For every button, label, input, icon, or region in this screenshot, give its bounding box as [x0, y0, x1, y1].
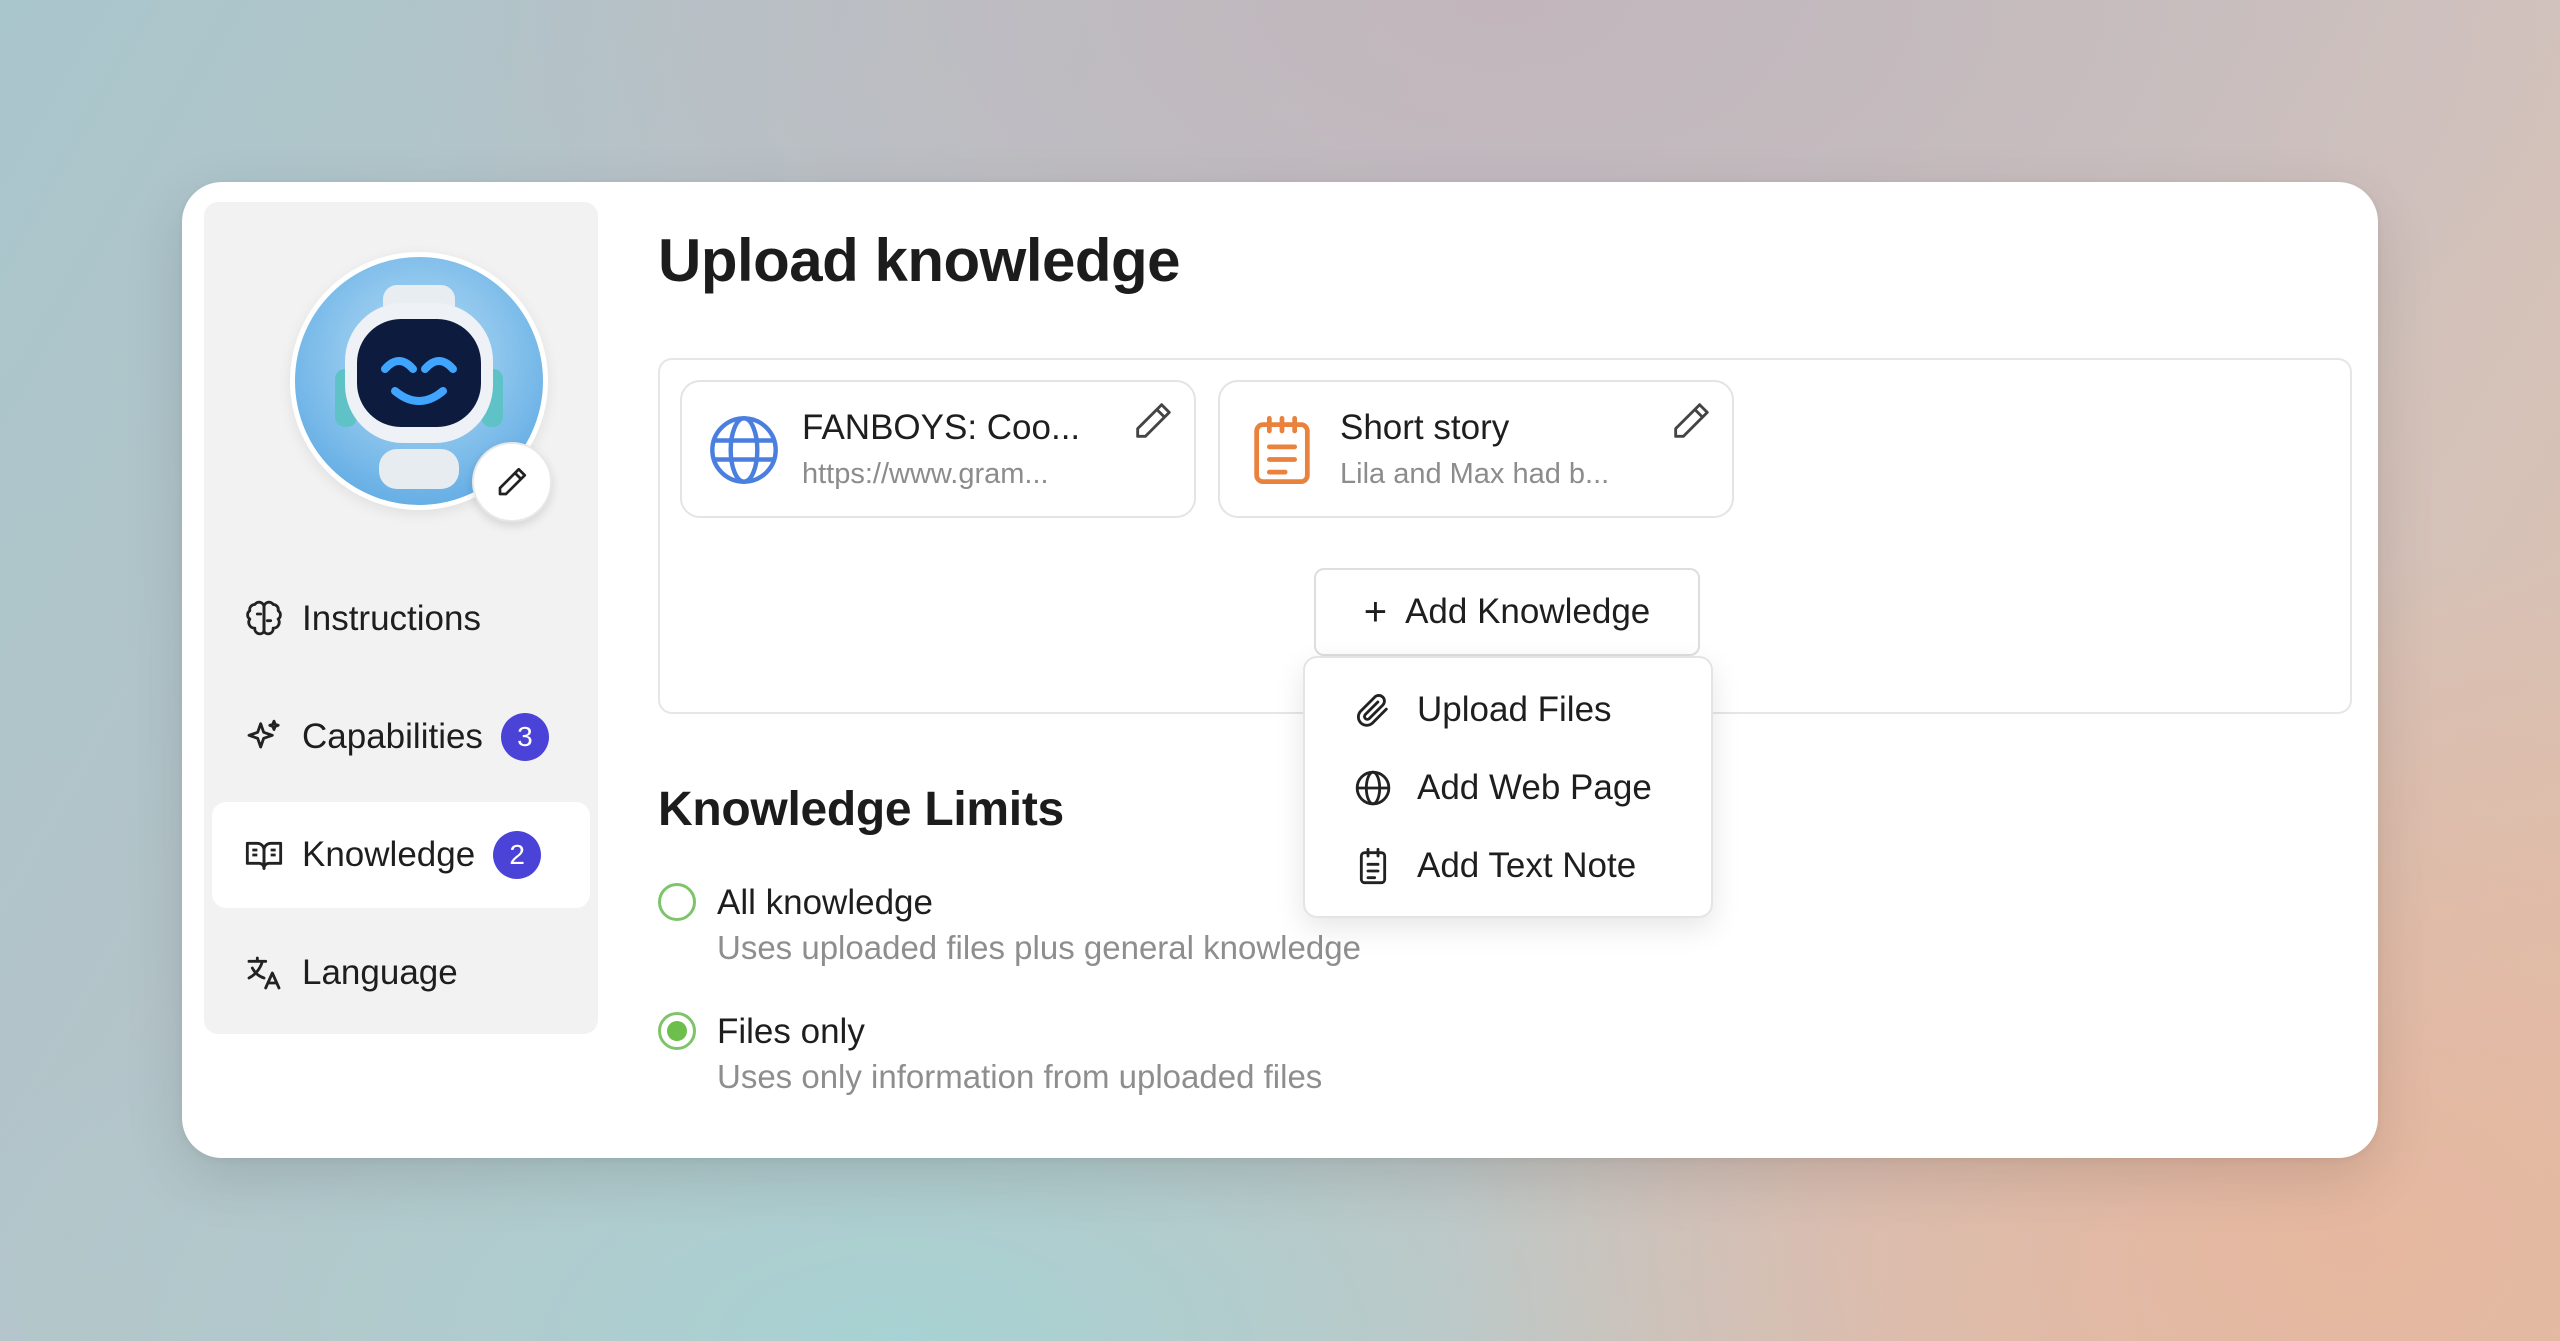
- knowledge-item-subtitle: https://www.gram...: [802, 458, 1049, 490]
- menu-item-upload-files[interactable]: Upload Files: [1351, 680, 1612, 740]
- menu-item-add-web-page[interactable]: Add Web Page: [1351, 758, 1652, 818]
- menu-item-add-text-note[interactable]: Add Text Note: [1351, 836, 1636, 896]
- sidebar-item-instructions[interactable]: Instructions: [212, 566, 590, 672]
- option-title[interactable]: Files only: [717, 1012, 865, 1052]
- paperclip-icon: [1351, 688, 1395, 732]
- menu-item-label: Add Text Note: [1417, 846, 1637, 885]
- pencil-icon[interactable]: [1130, 398, 1176, 444]
- add-knowledge-button[interactable]: + Add Knowledge: [1314, 568, 1700, 656]
- pencil-icon[interactable]: [1668, 398, 1714, 444]
- option-subtitle: Uses only information from uploaded file…: [717, 1058, 1323, 1095]
- menu-item-label: Add Web Page: [1417, 768, 1652, 807]
- sidebar-item-language[interactable]: Language: [212, 920, 590, 1026]
- page-title: Upload knowledge: [658, 227, 1181, 294]
- radio-files-only[interactable]: [658, 1012, 696, 1050]
- option-title[interactable]: All knowledge: [717, 883, 933, 923]
- sidebar-item-knowledge[interactable]: Knowledge 2: [212, 802, 590, 908]
- sidebar-item-label: Knowledge: [302, 835, 476, 874]
- avatar-edit-button[interactable]: [472, 442, 552, 522]
- pencil-icon: [498, 467, 527, 496]
- add-knowledge-menu: Upload Files Add Web Page Add Text Note: [1303, 656, 1713, 918]
- menu-item-label: Upload Files: [1417, 690, 1612, 729]
- globe-icon: [710, 416, 778, 484]
- count-badge: 2: [493, 831, 542, 879]
- sidebar-item-label: Instructions: [302, 599, 481, 638]
- knowledge-limits-title: Knowledge Limits: [658, 783, 1064, 836]
- sidebar: Instructions Capabilities 3 Knowledge 2 …: [204, 202, 598, 1034]
- globe-icon: [1351, 766, 1395, 810]
- sidebar-item-label: Language: [302, 953, 458, 992]
- count-badge: 3: [500, 713, 549, 761]
- knowledge-item-card[interactable]: Short story Lila and Max had b...: [1218, 380, 1734, 518]
- sparkles-icon: [244, 717, 284, 757]
- brain-icon: [244, 599, 284, 639]
- knowledge-item-subtitle: Lila and Max had b...: [1340, 458, 1610, 490]
- settings-card: Instructions Capabilities 3 Knowledge 2 …: [182, 182, 2378, 1158]
- clipboard-icon: [1351, 844, 1395, 888]
- sidebar-item-label: Capabilities: [302, 717, 483, 756]
- radio-all-knowledge[interactable]: [658, 883, 696, 921]
- plus-icon: +: [1363, 590, 1388, 634]
- book-open-icon: [244, 835, 284, 875]
- knowledge-item-title: Short story: [1340, 408, 1510, 447]
- avatar-container: [290, 252, 554, 522]
- knowledge-item-title: FANBOYS: Coo...: [802, 408, 1081, 447]
- translate-icon: [244, 953, 284, 993]
- knowledge-item-card[interactable]: FANBOYS: Coo... https://www.gram...: [680, 380, 1196, 518]
- option-subtitle: Uses uploaded files plus general knowled…: [717, 929, 1361, 966]
- notepad-icon: [1254, 415, 1310, 485]
- add-knowledge-label: Add Knowledge: [1405, 592, 1651, 631]
- sidebar-item-capabilities[interactable]: Capabilities 3: [212, 684, 590, 790]
